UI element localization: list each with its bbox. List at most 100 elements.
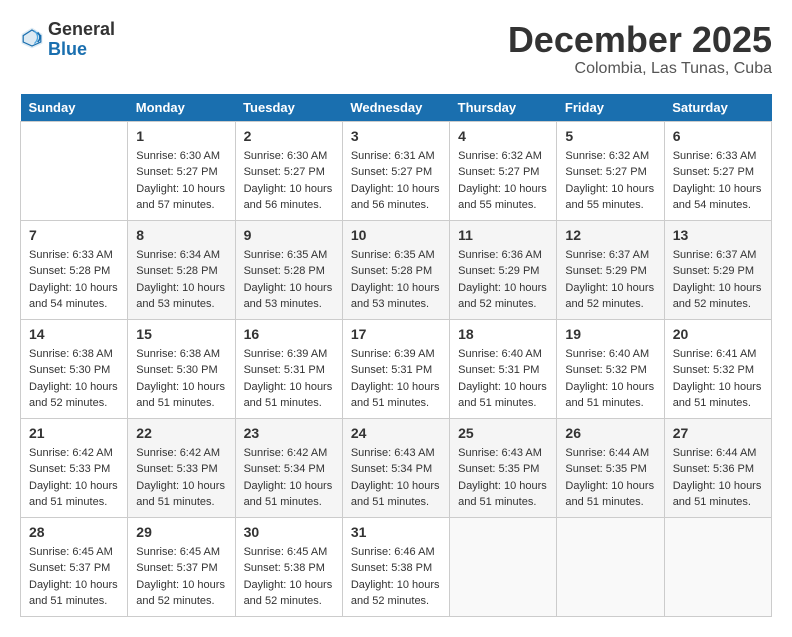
day-number: 19 [565, 326, 655, 342]
calendar-cell [557, 517, 664, 616]
calendar-cell: 14Sunrise: 6:38 AM Sunset: 5:30 PM Dayli… [21, 319, 128, 418]
calendar-table: SundayMondayTuesdayWednesdayThursdayFrid… [20, 94, 772, 617]
day-info: Sunrise: 6:42 AM Sunset: 5:33 PM Dayligh… [136, 445, 226, 511]
day-number: 4 [458, 128, 548, 144]
day-info: Sunrise: 6:39 AM Sunset: 5:31 PM Dayligh… [244, 346, 334, 412]
day-number: 10 [351, 227, 441, 243]
day-number: 5 [565, 128, 655, 144]
day-number: 16 [244, 326, 334, 342]
logo-blue: Blue [48, 39, 87, 59]
day-info: Sunrise: 6:38 AM Sunset: 5:30 PM Dayligh… [136, 346, 226, 412]
calendar-cell: 16 Sunrise: 6:39 AM Sunset: 5:31 PM Dayli… [235, 319, 342, 418]
calendar-cell: 6 Sunrise: 6:33 AM Sunset: 5:27 PM Daylig… [664, 121, 771, 220]
calendar-cell: 27Sunrise: 6:44 AM Sunset: 5:36 PM Dayli… [664, 418, 771, 517]
day-info: Sunrise: 6:34 AM Sunset: 5:28 PM Dayligh… [136, 247, 226, 313]
day-number: 21 [29, 425, 119, 441]
day-number: 11 [458, 227, 548, 243]
day-info: Sunrise: 6:45 AM Sunset: 5:37 PM Dayligh… [136, 544, 226, 610]
logo-graphic [20, 26, 44, 55]
col-header-tuesday: Tuesday [235, 94, 342, 122]
day-number: 30 [244, 524, 334, 540]
day-info: Sunrise: 6:33 AM Sunset: 5:27 PM Dayligh… [673, 148, 763, 214]
day-info: Sunrise: 6:30 AM Sunset: 5:27 PM Dayligh… [136, 148, 226, 214]
col-header-monday: Monday [128, 94, 235, 122]
day-info: Sunrise: 6:44 AM Sunset: 5:36 PM Dayligh… [673, 445, 763, 511]
day-info: Sunrise: 6:35 AM Sunset: 5:28 PM Dayligh… [351, 247, 441, 313]
day-number: 8 [136, 227, 226, 243]
day-number: 22 [136, 425, 226, 441]
day-number: 25 [458, 425, 548, 441]
day-info: Sunrise: 6:39 AM Sunset: 5:31 PM Dayligh… [351, 346, 441, 412]
col-header-saturday: Saturday [664, 94, 771, 122]
day-info: Sunrise: 6:41 AM Sunset: 5:32 PM Dayligh… [673, 346, 763, 412]
day-info: Sunrise: 6:32 AM Sunset: 5:27 PM Dayligh… [565, 148, 655, 214]
calendar-week-row: 1 Sunrise: 6:30 AM Sunset: 5:27 PM Daylig… [21, 121, 772, 220]
day-info: Sunrise: 6:43 AM Sunset: 5:35 PM Dayligh… [458, 445, 548, 511]
calendar-cell: 15Sunrise: 6:38 AM Sunset: 5:30 PM Dayli… [128, 319, 235, 418]
day-info: Sunrise: 6:37 AM Sunset: 5:29 PM Dayligh… [565, 247, 655, 313]
day-number: 7 [29, 227, 119, 243]
calendar-week-row: 21 Sunrise: 6:42 AM Sunset: 5:33 PM Dayli… [21, 418, 772, 517]
day-number: 13 [673, 227, 763, 243]
calendar-cell: 31Sunrise: 6:46 AM Sunset: 5:38 PM Dayli… [342, 517, 449, 616]
location-subtitle: Colombia, Las Tunas, Cuba [508, 60, 772, 78]
day-number: 6 [673, 128, 763, 144]
day-number: 23 [244, 425, 334, 441]
day-info: Sunrise: 6:36 AM Sunset: 5:29 PM Dayligh… [458, 247, 548, 313]
day-number: 12 [565, 227, 655, 243]
calendar-cell: 30 Sunrise: 6:45 AM Sunset: 5:38 PM Dayli… [235, 517, 342, 616]
day-number: 28 [29, 524, 119, 540]
day-info: Sunrise: 6:40 AM Sunset: 5:31 PM Dayligh… [458, 346, 548, 412]
calendar-header-row: SundayMondayTuesdayWednesdayThursdayFrid… [21, 94, 772, 122]
calendar-cell: 9Sunrise: 6:35 AM Sunset: 5:28 PM Daylig… [235, 220, 342, 319]
calendar-cell: 18 Sunrise: 6:40 AM Sunset: 5:31 PM Dayli… [450, 319, 557, 418]
calendar-cell: 5 Sunrise: 6:32 AM Sunset: 5:27 PM Daylig… [557, 121, 664, 220]
calendar-cell: 10 Sunrise: 6:35 AM Sunset: 5:28 PM Dayli… [342, 220, 449, 319]
calendar-cell: 1 Sunrise: 6:30 AM Sunset: 5:27 PM Daylig… [128, 121, 235, 220]
day-info: Sunrise: 6:42 AM Sunset: 5:34 PM Dayligh… [244, 445, 334, 511]
calendar-cell: 7Sunrise: 6:33 AM Sunset: 5:28 PM Daylig… [21, 220, 128, 319]
calendar-cell: 22 Sunrise: 6:42 AM Sunset: 5:33 PM Dayli… [128, 418, 235, 517]
calendar-cell [450, 517, 557, 616]
calendar-cell: 17Sunrise: 6:39 AM Sunset: 5:31 PM Dayli… [342, 319, 449, 418]
calendar-cell: 11 Sunrise: 6:36 AM Sunset: 5:29 PM Dayli… [450, 220, 557, 319]
calendar-cell: 24 Sunrise: 6:43 AM Sunset: 5:34 PM Dayli… [342, 418, 449, 517]
day-info: Sunrise: 6:30 AM Sunset: 5:27 PM Dayligh… [244, 148, 334, 214]
day-number: 24 [351, 425, 441, 441]
day-info: Sunrise: 6:38 AM Sunset: 5:30 PM Dayligh… [29, 346, 119, 412]
calendar-week-row: 14Sunrise: 6:38 AM Sunset: 5:30 PM Dayli… [21, 319, 772, 418]
logo-general: General [48, 19, 115, 39]
calendar-cell: 23 Sunrise: 6:42 AM Sunset: 5:34 PM Dayli… [235, 418, 342, 517]
day-number: 31 [351, 524, 441, 540]
day-info: Sunrise: 6:44 AM Sunset: 5:35 PM Dayligh… [565, 445, 655, 511]
col-header-sunday: Sunday [21, 94, 128, 122]
calendar-cell: 12 Sunrise: 6:37 AM Sunset: 5:29 PM Dayli… [557, 220, 664, 319]
calendar-cell: 29Sunrise: 6:45 AM Sunset: 5:37 PM Dayli… [128, 517, 235, 616]
day-info: Sunrise: 6:43 AM Sunset: 5:34 PM Dayligh… [351, 445, 441, 511]
col-header-friday: Friday [557, 94, 664, 122]
col-header-wednesday: Wednesday [342, 94, 449, 122]
day-number: 20 [673, 326, 763, 342]
calendar-cell [21, 121, 128, 220]
day-number: 1 [136, 128, 226, 144]
header: General Blue December 2025 Colombia, Las… [20, 20, 772, 78]
calendar-cell [664, 517, 771, 616]
calendar-week-row: 28 Sunrise: 6:45 AM Sunset: 5:37 PM Dayli… [21, 517, 772, 616]
day-info: Sunrise: 6:37 AM Sunset: 5:29 PM Dayligh… [673, 247, 763, 313]
calendar-cell: 21Sunrise: 6:42 AM Sunset: 5:33 PM Dayli… [21, 418, 128, 517]
day-info: Sunrise: 6:31 AM Sunset: 5:27 PM Dayligh… [351, 148, 441, 214]
calendar-cell: 8 Sunrise: 6:34 AM Sunset: 5:28 PM Daylig… [128, 220, 235, 319]
calendar-cell: 19 Sunrise: 6:40 AM Sunset: 5:32 PM Dayli… [557, 319, 664, 418]
day-info: Sunrise: 6:40 AM Sunset: 5:32 PM Dayligh… [565, 346, 655, 412]
day-info: Sunrise: 6:45 AM Sunset: 5:37 PM Dayligh… [29, 544, 119, 610]
calendar-week-row: 7Sunrise: 6:33 AM Sunset: 5:28 PM Daylig… [21, 220, 772, 319]
day-info: Sunrise: 6:32 AM Sunset: 5:27 PM Dayligh… [458, 148, 548, 214]
calendar-cell: 3Sunrise: 6:31 AM Sunset: 5:27 PM Daylig… [342, 121, 449, 220]
day-info: Sunrise: 6:35 AM Sunset: 5:28 PM Dayligh… [244, 247, 334, 313]
month-year-title: December 2025 [508, 20, 772, 60]
day-number: 18 [458, 326, 548, 342]
day-info: Sunrise: 6:45 AM Sunset: 5:38 PM Dayligh… [244, 544, 334, 610]
calendar-cell: 20 Sunrise: 6:41 AM Sunset: 5:32 PM Dayli… [664, 319, 771, 418]
day-number: 2 [244, 128, 334, 144]
calendar-cell: 26Sunrise: 6:44 AM Sunset: 5:35 PM Dayli… [557, 418, 664, 517]
